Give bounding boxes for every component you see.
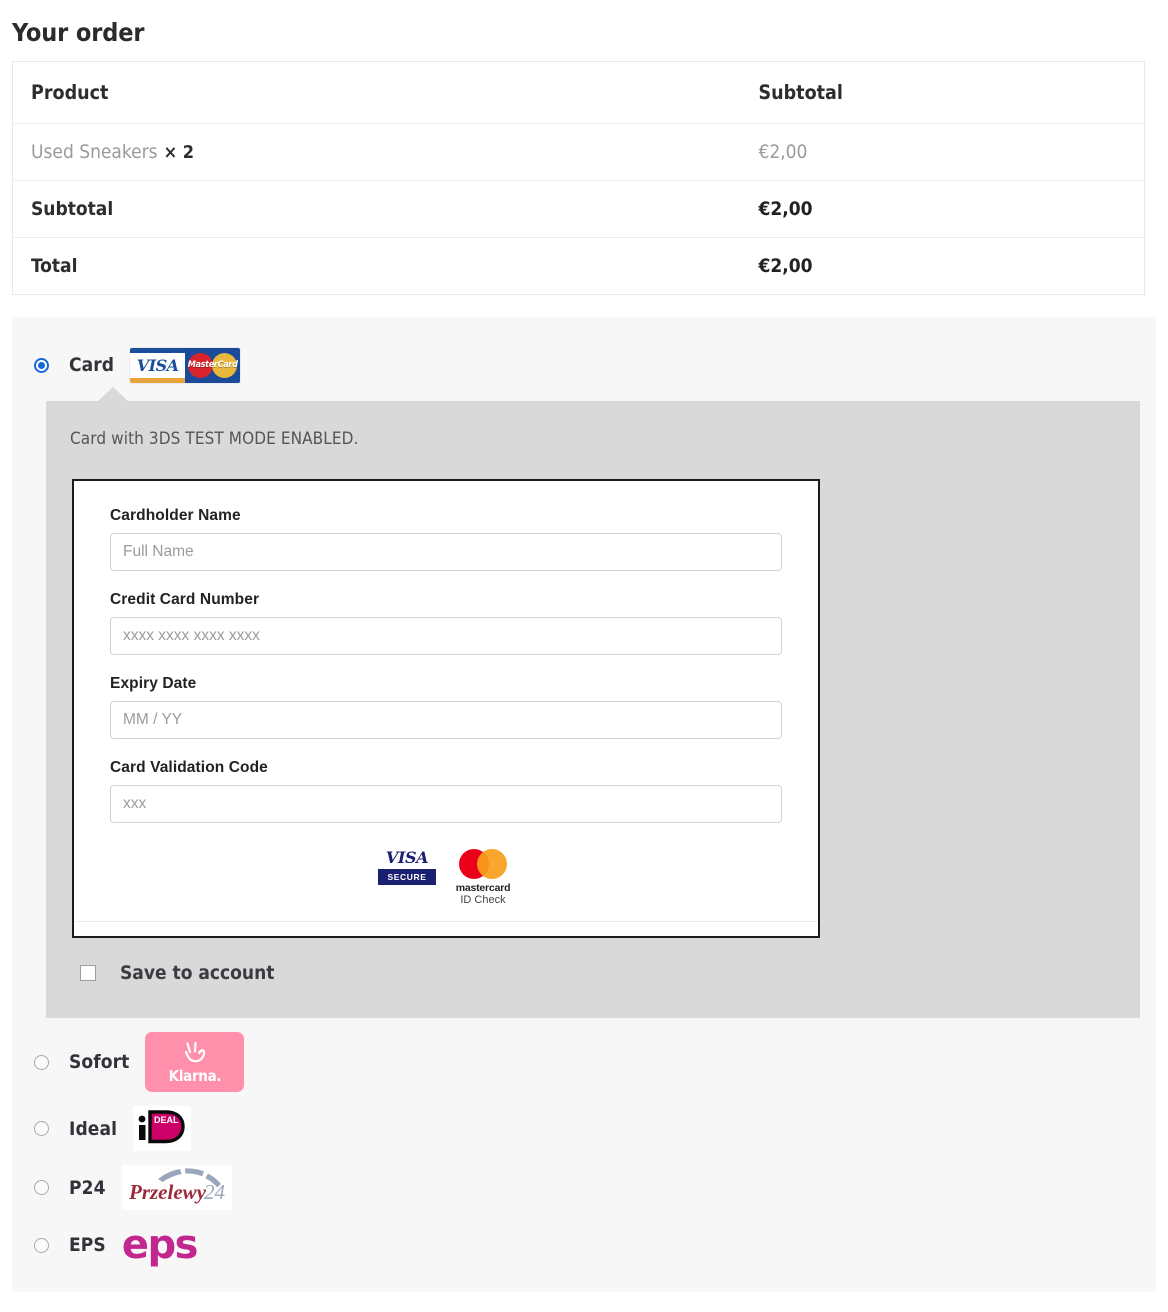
line-item-quantity: × 2	[163, 142, 195, 163]
ideal-logo-icon: DEAL	[133, 1106, 192, 1152]
total-amount: €2,00	[758, 255, 813, 277]
payment-method-label-ideal: Ideal	[69, 1117, 118, 1140]
save-to-account-label: Save to account	[120, 962, 275, 985]
card-validation-code-label: Card Validation Code	[110, 759, 268, 776]
payment-method-label-eps: EPS	[69, 1234, 106, 1257]
column-header-subtotal: Subtotal	[740, 61, 1145, 124]
order-summary-table: Product Subtotal Used Sneakers × 2 €2,00 …	[12, 61, 1145, 295]
cardholder-name-label: Cardholder Name	[110, 507, 241, 524]
radio-card[interactable]	[34, 357, 49, 373]
save-to-account-row[interactable]: Save to account	[46, 938, 1140, 984]
subtotal-label: Subtotal	[12, 180, 741, 238]
klarna-wordmark: Klarna.	[168, 1067, 222, 1086]
column-header-product: Product	[12, 61, 741, 124]
subtotal-amount: €2,00	[740, 180, 1145, 238]
mastercard-idcheck-tag: ID Check	[460, 894, 506, 907]
payment-method-label-card: Card	[69, 354, 115, 376]
visa-mastercard-logo-icon: VISA MasterCard	[130, 347, 241, 383]
mastercard-logo-icon: MasterCard	[185, 347, 241, 383]
radio-p24[interactable]	[34, 1180, 49, 1196]
payment-method-eps[interactable]: EPS eps	[12, 1224, 1156, 1266]
payment-method-card[interactable]: Card VISA MasterCard	[12, 345, 1156, 385]
svg-text:Przelewy: Przelewy	[128, 1180, 207, 1204]
payment-method-sofort[interactable]: Sofort Klarna.	[12, 1032, 1156, 1093]
radio-ideal[interactable]	[34, 1121, 49, 1137]
expiry-date-label: Expiry Date	[110, 675, 197, 692]
radio-sofort[interactable]	[34, 1054, 49, 1070]
cardholder-name-input[interactable]	[110, 533, 782, 571]
line-item-amount: €2,00	[740, 123, 1145, 181]
payment-methods-panel: Card VISA MasterCard Card with 3DS TEST …	[12, 317, 1156, 1293]
credit-card-number-label: Credit Card Number	[110, 591, 260, 608]
visa-secure-brand: VISA	[385, 848, 429, 867]
payment-method-label-sofort: Sofort	[69, 1051, 130, 1074]
card-gateway-note: Card with 3DS TEST MODE ENABLED.	[70, 429, 359, 449]
mastercard-idcheck-badge-icon: mastercard ID Check	[450, 849, 516, 907]
line-item-name: Used Sneakers	[31, 141, 158, 163]
checkout-order-page: Your order Product Subtotal Used Sneaker…	[0, 0, 1168, 1293]
visa-logo-icon: VISA	[130, 347, 186, 383]
hosted-card-form: Cardholder Name Credit Card Number Expir…	[72, 479, 820, 939]
radio-eps[interactable]	[34, 1237, 49, 1253]
table-header-row: Product Subtotal	[12, 61, 1145, 124]
save-to-account-checkbox[interactable]	[80, 965, 96, 982]
mastercard-circles-icon	[459, 849, 507, 879]
przelewy24-logo-icon: Przelewy 24	[121, 1165, 232, 1211]
payment-method-ideal[interactable]: Ideal DEAL	[12, 1106, 1156, 1152]
expiry-date-input[interactable]	[110, 701, 782, 739]
svg-text:24: 24	[204, 1180, 226, 1204]
security-badges: VISA SECURE mastercard ID Check	[74, 843, 818, 923]
mastercard-brand: mastercard	[455, 882, 511, 894]
table-row: Subtotal €2,00	[12, 180, 1145, 238]
payment-method-label-p24: P24	[69, 1176, 106, 1199]
table-row: Used Sneakers × 2 €2,00	[12, 123, 1145, 181]
card-validation-code-input[interactable]	[110, 785, 782, 823]
mastercard-yellow-circle	[477, 849, 507, 879]
card-gateway-box: Card with 3DS TEST MODE ENABLED. Cardhol…	[46, 386, 1140, 1019]
panel-bottom-spacer	[12, 1266, 1156, 1292]
payment-method-p24[interactable]: P24 Przelewy 24	[12, 1165, 1156, 1211]
klarna-logo-icon: Klarna.	[145, 1032, 245, 1093]
credit-card-number-input[interactable]	[110, 617, 782, 655]
eps-logo-icon: eps	[122, 1224, 208, 1266]
peace-hand-icon	[182, 1039, 208, 1066]
table-row: Total €2,00	[13, 238, 1145, 295]
line-item-product-cell: Used Sneakers × 2	[12, 123, 741, 181]
total-label: Total	[31, 255, 78, 277]
page-title: Your order	[12, 18, 145, 47]
visa-secure-badge-icon: VISA SECURE	[376, 848, 438, 886]
svg-text:DEAL: DEAL	[154, 1115, 179, 1125]
visa-secure-tag: SECURE	[378, 868, 436, 886]
eps-wordmark: eps	[121, 1222, 199, 1269]
